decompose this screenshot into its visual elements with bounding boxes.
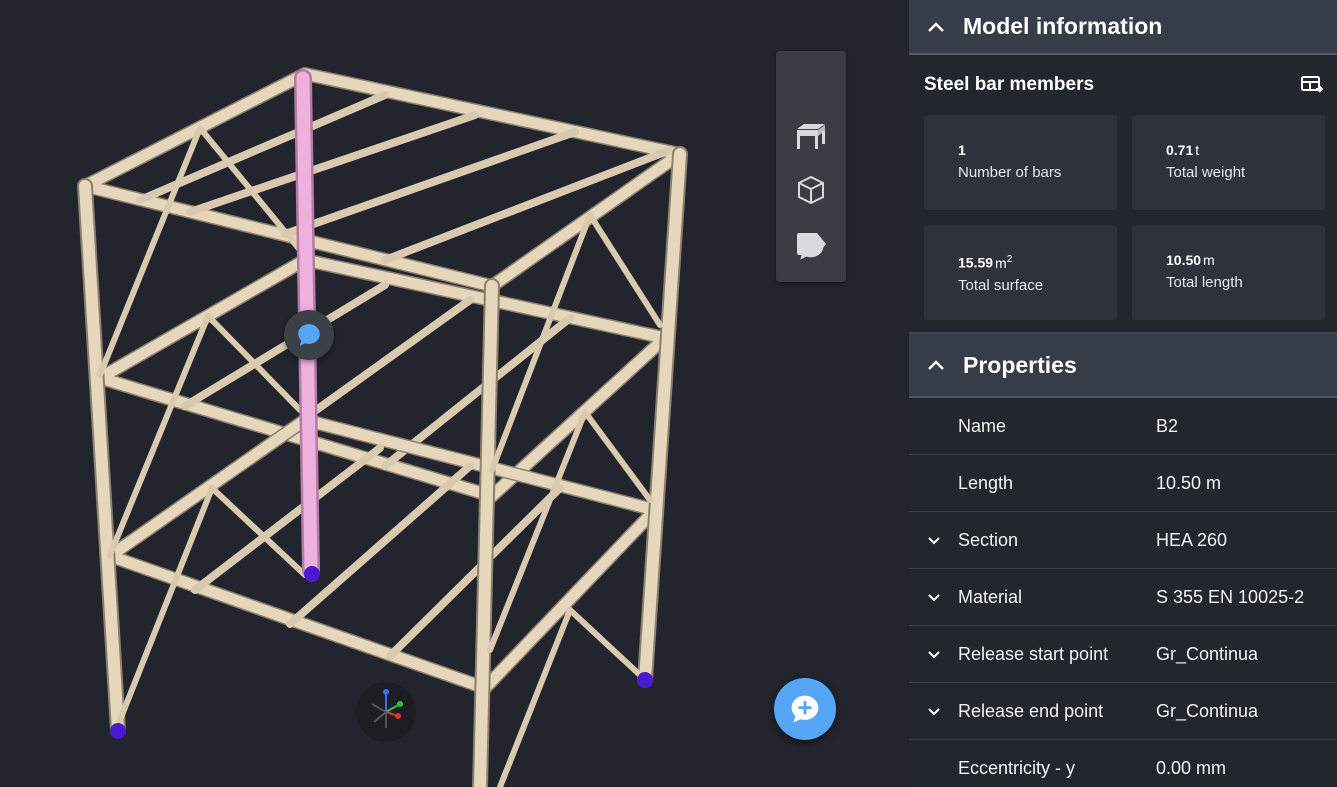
- add-comment-icon: [791, 695, 819, 723]
- property-name: Name: [958, 415, 1007, 436]
- property-value: Gr_Continua: [1156, 643, 1259, 664]
- property-name: Material: [958, 586, 1023, 607]
- support-node: [637, 672, 653, 688]
- property-row-material[interactable]: Material S 355 EN 10025-2: [909, 569, 1337, 626]
- property-row-length: Length 10.50 m: [909, 455, 1337, 512]
- properties-header[interactable]: Properties: [909, 334, 1337, 398]
- property-row-release-start-point[interactable]: Release start point Gr_Continua: [909, 626, 1337, 683]
- section-title: Model information: [963, 13, 1163, 39]
- property-name: Section: [958, 529, 1019, 550]
- structure-icon: [797, 124, 825, 149]
- support-node: [304, 566, 320, 582]
- viewer-toolbar: [776, 51, 846, 282]
- chevron-down-icon[interactable]: [909, 535, 958, 545]
- stat-card-number-of-bars: 1 Number of bars: [924, 115, 1117, 210]
- stat-label: Total length: [1166, 274, 1243, 291]
- 3d-view-button[interactable]: [790, 169, 832, 211]
- support-node: [110, 723, 126, 739]
- summary-cards: 1 Number of bars 0.71 t Total weight 15.5…: [909, 115, 1337, 320]
- section-title: Properties: [963, 351, 1077, 378]
- property-name: Length: [958, 472, 1014, 493]
- stat-card-total-weight: 0.71 t Total weight: [1132, 115, 1325, 210]
- property-name: Release end point: [958, 700, 1104, 721]
- stat-value: 15.59: [958, 254, 994, 271]
- property-row-release-end-point[interactable]: Release end point Gr_Continua: [909, 683, 1337, 740]
- stat-unit: t: [1195, 142, 1200, 158]
- comment-marker[interactable]: [284, 310, 334, 360]
- property-value: B2: [1156, 415, 1179, 436]
- add-comment-button[interactable]: [774, 678, 836, 740]
- chevron-up-icon: [909, 359, 963, 371]
- property-name: Release start point: [958, 643, 1109, 664]
- cube-icon: [798, 175, 824, 205]
- app-root: Model information Steel bar members 1 Nu…: [0, 0, 1337, 787]
- divider: [909, 320, 1337, 334]
- stat-label: Number of bars: [958, 164, 1062, 181]
- stat-unit-exponent: 2: [1006, 254, 1013, 265]
- 3d-viewport[interactable]: [0, 0, 909, 787]
- chevron-down-icon[interactable]: [909, 649, 958, 659]
- property-value: 0.00 mm: [1156, 757, 1227, 778]
- stat-value: 0.71: [1166, 142, 1194, 158]
- axis-gizmo[interactable]: [356, 682, 416, 742]
- comment-icon: [298, 324, 320, 346]
- chevron-down-icon[interactable]: [909, 706, 958, 716]
- property-name: Eccentricity - y: [958, 757, 1076, 778]
- subsection-label: Steel bar members: [924, 74, 1095, 95]
- property-value: Gr_Continua: [1156, 700, 1259, 721]
- stat-label: Total weight: [1166, 164, 1246, 181]
- steel-structure-model[interactable]: [0, 0, 909, 787]
- stat-unit: m: [995, 254, 1007, 271]
- chevron-down-icon[interactable]: [909, 592, 958, 602]
- properties-table: Name B2 Length 10.50 m Section HEA 260 M…: [909, 398, 1337, 787]
- stat-card-total-surface: 15.59 m2 Total surface: [924, 225, 1117, 320]
- steel-bar-members-header: Steel bar members: [909, 55, 1337, 115]
- structure-view-button[interactable]: [790, 115, 832, 157]
- model-information-header[interactable]: Model information: [909, 0, 1337, 55]
- chevron-up-icon: [909, 21, 963, 33]
- stat-unit: m: [1203, 252, 1215, 268]
- stat-card-total-length: 10.50 m Total length: [1132, 225, 1325, 320]
- sidebar: Model information Steel bar members 1 Nu…: [909, 0, 1337, 787]
- stat-value: 10.50: [1166, 252, 1202, 268]
- property-row-name: Name B2: [909, 398, 1337, 455]
- comments-button[interactable]: [790, 226, 832, 268]
- property-row-eccentricity-y: Eccentricity - y 0.00 mm: [909, 740, 1337, 787]
- property-value: S 355 EN 10025-2: [1156, 586, 1305, 607]
- stat-label: Total surface: [958, 276, 1044, 294]
- property-value: HEA 260: [1156, 529, 1228, 550]
- property-value: 10.50 m: [1156, 472, 1222, 493]
- comment-icon: [798, 234, 824, 260]
- property-row-section[interactable]: Section HEA 260: [909, 512, 1337, 569]
- table-export-icon[interactable]: [1301, 76, 1323, 94]
- stat-value: 1: [958, 142, 966, 158]
